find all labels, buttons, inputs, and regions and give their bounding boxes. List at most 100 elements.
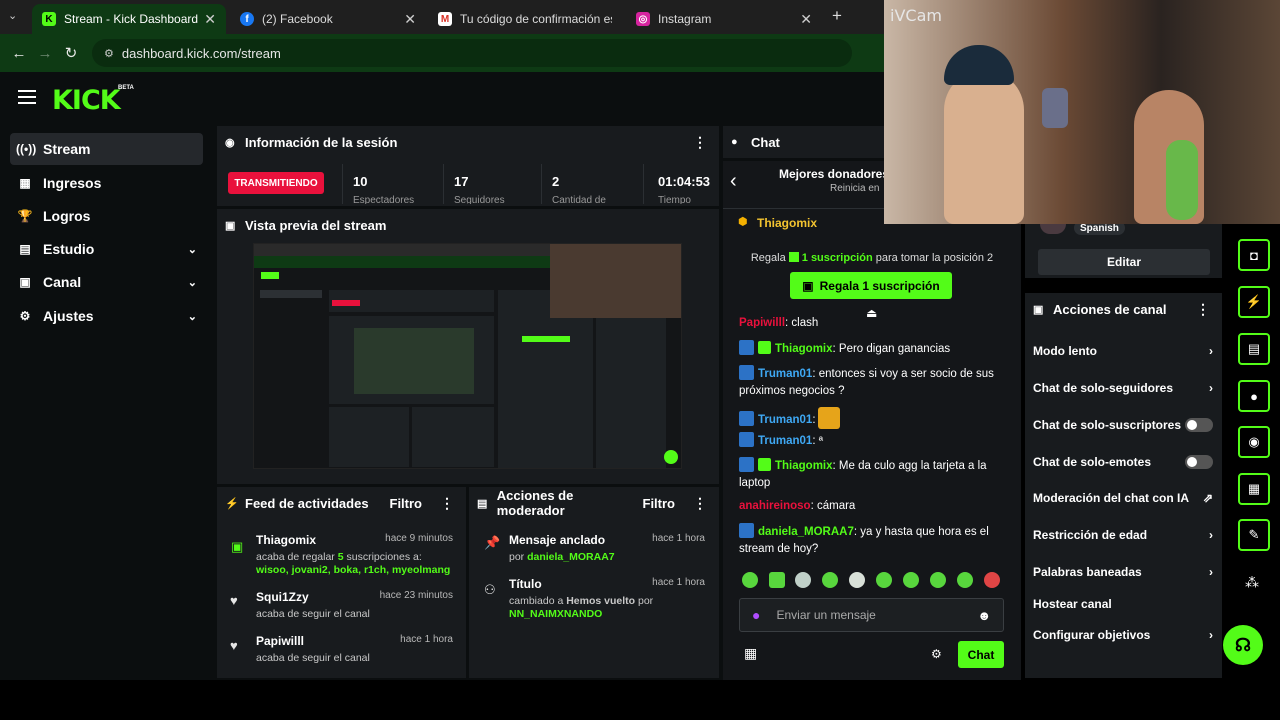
support-icon[interactable]: ☊ [1223, 625, 1263, 665]
wrench-icon[interactable]: ✎ [1238, 519, 1270, 551]
emote-icon[interactable] [795, 572, 811, 588]
chat-icon[interactable]: ● [1238, 380, 1270, 412]
chat-input[interactable]: ● Enviar un mensaje ☻ [739, 598, 1004, 632]
action-subscribers-only[interactable]: Chat de solo-suscriptores [1033, 418, 1213, 432]
edit-button[interactable]: Editar [1038, 249, 1210, 275]
emote-icon[interactable] [957, 572, 973, 588]
action-banned-words[interactable]: Palabras baneadas › [1033, 565, 1213, 579]
close-tab-icon[interactable]: ✕ [204, 11, 216, 28]
sidebar-item-label: Canal [43, 274, 82, 290]
preview-live [332, 300, 360, 306]
moderator-user[interactable]: NN_NAIMXNANDO [509, 608, 602, 620]
close-tab-icon[interactable]: ✕ [404, 11, 416, 28]
reload-icon[interactable]: ↻ [58, 44, 84, 62]
broadcast-icon: ((•)) [16, 142, 37, 156]
chat-user[interactable]: anahireinoso [739, 500, 811, 512]
settings-icon[interactable]: ⚙ [931, 647, 942, 661]
more-options-icon[interactable]: ⋮ [440, 495, 454, 512]
more-options-icon[interactable]: ⋮ [693, 134, 707, 151]
emote-icon[interactable] [903, 572, 919, 588]
chat-user[interactable]: Thiagomix [775, 343, 833, 355]
sidebar-item-stream[interactable]: ((•)) Stream [10, 133, 203, 165]
chat-user[interactable]: daniela_MORAA7 [758, 526, 854, 538]
emote-icon[interactable] [849, 572, 865, 588]
sidebar-item-label: Estudio [43, 241, 95, 257]
browser-tab-bar: ⌄ K Stream - Kick Dashboard ✕ f (2) Face… [0, 0, 884, 34]
chat-user[interactable]: Truman01 [758, 435, 812, 447]
sidebar-item-ajustes[interactable]: ⚙ Ajustes ⌄ [10, 300, 203, 332]
chat-user[interactable]: Truman01 [758, 368, 812, 380]
sidebar-item-ingresos[interactable]: ▦ Ingresos [10, 167, 203, 199]
gift-subscription-button[interactable]: ▣ Regala 1 suscripción [790, 272, 952, 299]
subscribers-only-toggle[interactable] [1185, 418, 1213, 432]
stat-followers: 17 Seguidores [443, 164, 543, 204]
address-bar: ← → ↻ ⚙ dashboard.kick.com/stream [0, 34, 884, 72]
chat-user[interactable]: Truman01 [758, 414, 812, 426]
top-donor-user[interactable]: Thiagomix [757, 216, 817, 230]
chevron-right-icon: › [1209, 565, 1213, 579]
chat-user[interactable]: Thiagomix [775, 460, 833, 472]
tab-instagram[interactable]: ◎ Instagram ✕ [626, 4, 822, 34]
moderator-user[interactable]: daniela_MORAA7 [527, 551, 615, 563]
action-emotes-only[interactable]: Chat de solo-emotes [1033, 455, 1213, 469]
sidebar-item-canal[interactable]: ▣ Canal ⌄ [10, 266, 203, 298]
site-info-icon[interactable]: ⚙ [104, 47, 114, 60]
microphone-icon[interactable]: ● [752, 607, 760, 623]
action-host-channel[interactable]: Hostear canal [1033, 597, 1213, 611]
stat-subs: 2 Cantidad de [541, 164, 641, 204]
back-icon[interactable]: ‹ [730, 170, 737, 193]
emote-icon[interactable] [822, 572, 838, 588]
top-donors-title: Mejores donadores [779, 167, 884, 181]
emote-icon[interactable] [876, 572, 892, 588]
menu-icon[interactable] [18, 90, 36, 104]
forward-icon[interactable]: → [32, 45, 58, 62]
activity-header: ⚡ Feed de actividades Filtro ⋮ [217, 487, 466, 519]
activity-filter-button[interactable]: Filtro [390, 496, 423, 511]
store-icon[interactable]: ▦ [744, 645, 757, 662]
broadcast-icon[interactable]: ◉ [1238, 426, 1270, 458]
chevron-down-icon[interactable]: ⌄ [188, 310, 197, 323]
document-icon[interactable]: ▤ [1238, 333, 1270, 365]
close-tab-icon[interactable]: ✕ [800, 11, 812, 28]
chat-user[interactable]: Papiwilll [739, 317, 785, 328]
more-options-icon[interactable]: ⋮ [1196, 301, 1210, 318]
chevron-down-icon[interactable]: ⌄ [188, 276, 197, 289]
action-label: Restricción de edad [1033, 528, 1148, 542]
sidebar-item-label: Ajustes [43, 308, 94, 324]
lightning-icon[interactable]: ⚡ [1238, 286, 1270, 318]
badge-icon [739, 411, 754, 426]
sidebar-item-estudio[interactable]: ▤ Estudio ⌄ [10, 233, 203, 265]
emote-icon[interactable] [742, 572, 758, 588]
more-options-icon[interactable]: ⋮ [693, 495, 707, 512]
tab-facebook[interactable]: f (2) Facebook ✕ [230, 4, 426, 34]
emote-icon[interactable] [769, 572, 785, 588]
layout-icon[interactable]: ▦ [1238, 473, 1270, 505]
action-slow-mode[interactable]: Modo lento › [1033, 344, 1213, 358]
emotes-only-toggle[interactable] [1185, 455, 1213, 469]
action-followers-only[interactable]: Chat de solo-seguidores › [1033, 381, 1213, 395]
webcam-overlay: iVCam [884, 0, 1280, 224]
send-chat-button[interactable]: Chat [958, 641, 1004, 668]
action-goals[interactable]: Configurar objetivos › [1033, 628, 1213, 642]
activity-names[interactable]: wisoo, jovani2, boka, r1ch, myeolmang [256, 564, 450, 576]
new-tab-icon[interactable]: + [832, 6, 842, 26]
back-icon[interactable]: ← [6, 45, 32, 62]
moderator-filter-button[interactable]: Filtro [643, 496, 676, 511]
moderator-header: ▤ Acciones de moderador Filtro ⋮ [469, 487, 719, 519]
emoji-icon[interactable]: ☻ [977, 608, 991, 623]
chevron-down-icon[interactable]: ⌄ [188, 243, 197, 256]
url-field[interactable]: ⚙ dashboard.kick.com/stream [92, 39, 852, 67]
kick-logo[interactable]: KICK [52, 85, 121, 116]
sidebar-item-logros[interactable]: 🏆 Logros [10, 200, 203, 232]
tab-gmail[interactable]: M Tu código de confirmación es ! [428, 4, 622, 34]
share-icon[interactable]: ⁂ [1245, 574, 1259, 591]
tab-kick-dashboard[interactable]: K Stream - Kick Dashboard ✕ [32, 4, 226, 34]
tab-search-icon[interactable]: ⌄ [8, 9, 17, 22]
action-age-restriction[interactable]: Restricción de edad › [1033, 528, 1213, 542]
emote-icon[interactable] [984, 572, 1000, 588]
emote-icon[interactable] [930, 572, 946, 588]
preview-header: ▣ Vista previa del stream [217, 209, 719, 241]
camera-icon[interactable]: ◘ [1238, 239, 1270, 271]
stream-preview[interactable] [253, 243, 682, 469]
action-ai-moderation[interactable]: Moderación del chat con IA ⇗ [1033, 491, 1213, 505]
